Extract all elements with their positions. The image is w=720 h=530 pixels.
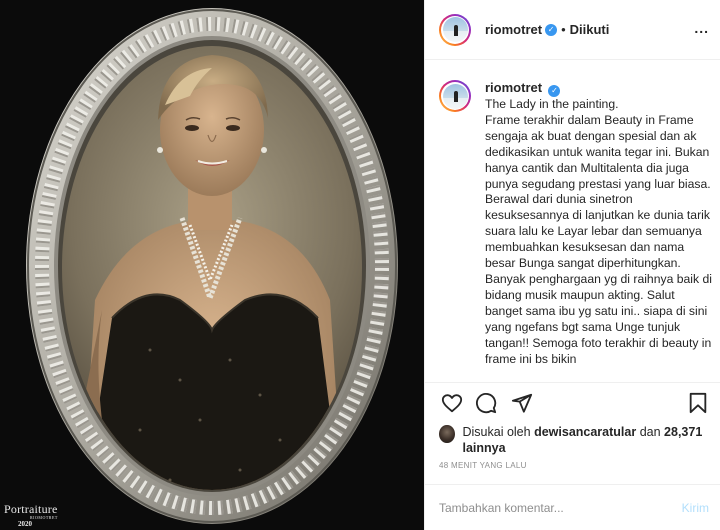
portrait-illustration <box>26 8 398 524</box>
heart-icon[interactable] <box>441 392 463 414</box>
send-comment-button[interactable]: Kirim <box>682 501 709 515</box>
likes-text: Disukai oleh dewisancaratular dan 28,371… <box>463 424 710 456</box>
comment-input[interactable] <box>439 500 682 515</box>
post-header: riomotret ✓ • Diikuti ... <box>425 0 720 60</box>
comment-icon[interactable] <box>475 392 497 414</box>
author-avatar[interactable] <box>439 13 471 46</box>
comment-bar: Kirim <box>425 484 720 530</box>
watermark-sub: RIOMOTRET <box>30 515 58 520</box>
caption-body: riomotret ✓ The Lady in the painting. Fr… <box>485 80 713 382</box>
liker-avatar[interactable] <box>439 425 455 443</box>
follow-button[interactable]: Diikuti <box>570 22 610 37</box>
bookmark-icon[interactable] <box>687 392 709 414</box>
post-timestamp[interactable]: 48 MENIT YANG LALU <box>439 461 527 470</box>
photographer-watermark: Portraiture RIOMOTRET 2020 <box>4 503 58 528</box>
watermark-main: Portraiture <box>4 502 58 516</box>
more-options-icon[interactable]: ... <box>694 21 709 35</box>
likes-connector: dan <box>639 425 661 439</box>
painting-canvas <box>62 46 362 490</box>
liker-username[interactable]: dewisancaratular <box>534 425 636 439</box>
verified-badge-icon: ✓ <box>545 23 558 36</box>
author-username[interactable]: riomotret <box>485 22 542 37</box>
post-image[interactable]: Portraiture RIOMOTRET 2020 <box>0 0 424 530</box>
caption-text: The Lady in the painting. Frame terakhir… <box>485 97 712 366</box>
caption-verified-badge-icon: ✓ <box>548 85 561 97</box>
likes-prefix: Disukai oleh <box>462 425 531 439</box>
action-bar <box>425 382 720 422</box>
likes-summary: Disukai oleh dewisancaratular dan 28,371… <box>439 424 709 456</box>
post-details-panel: riomotret ✓ • Diikuti ... riomotret ✓ Th… <box>424 0 720 530</box>
share-icon[interactable] <box>511 392 533 414</box>
watermark-year: 2020 <box>18 520 32 528</box>
header-separator: • <box>561 22 566 37</box>
caption-comment: riomotret ✓ The Lady in the painting. Fr… <box>425 60 720 382</box>
caption-author-avatar[interactable] <box>439 80 471 112</box>
caption-username[interactable]: riomotret <box>485 80 542 96</box>
